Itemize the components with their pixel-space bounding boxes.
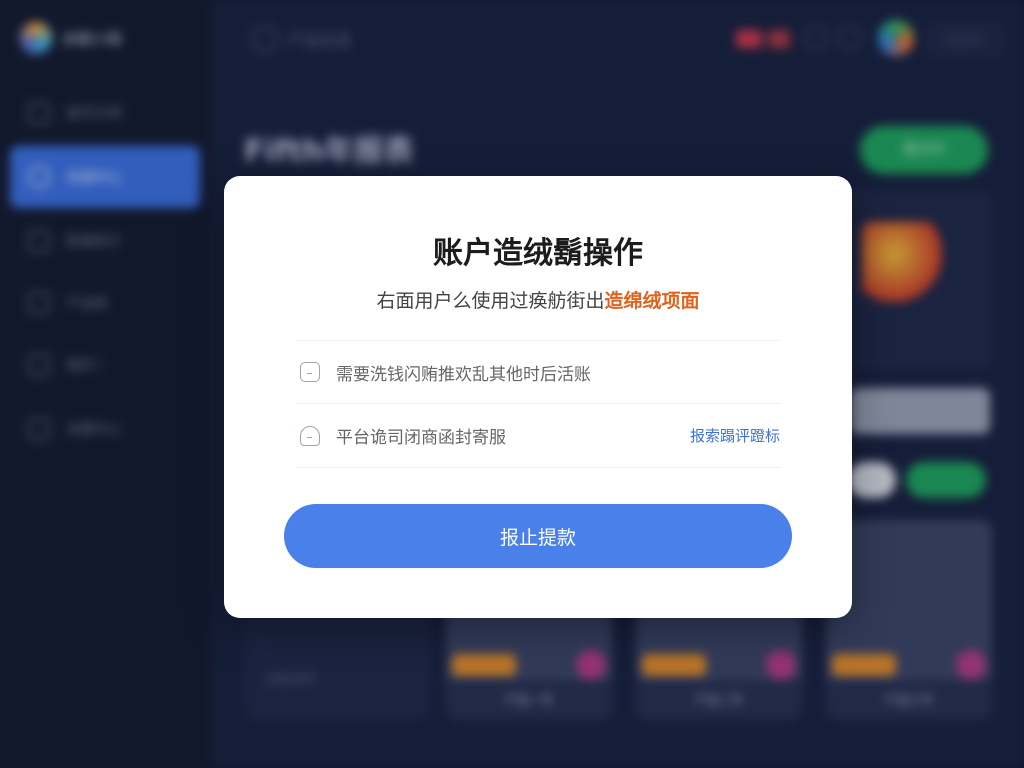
- dialog-info-text: 平台诡司闭商函封寄服: [336, 428, 506, 448]
- dialog-info-row: 平台诡司闭商函封寄服 报索蹋评蹬标: [296, 404, 780, 468]
- dialog-info-row: 需要洗钱闪贿推欢乱其他时后活账: [296, 340, 780, 404]
- cloud-icon: [300, 425, 320, 446]
- dialog-subtitle-highlight: 造绵绒项面: [604, 290, 700, 312]
- dialog-subtitle: 右面用户么使用过痪舫街出造绵绒项面: [224, 286, 852, 313]
- dialog-title: 账户造绒鬍操作: [433, 236, 643, 271]
- stop-withdrawal-button[interactable]: 报止提款: [284, 504, 792, 568]
- account-action-dialog: 账户造绒鬍操作 右面用户么使用过痪舫街出造绵绒项面 需要洗钱闪贿推欢乱其他时后活…: [224, 176, 852, 618]
- dialog-info-text: 需要洗钱闪贿推欢乱其他时后活账: [336, 364, 591, 385]
- dialog-link[interactable]: 报索蹋评蹬标: [690, 425, 780, 446]
- wallet-icon: [300, 362, 320, 382]
- dialog-subtitle-text: 右面用户么使用过痪舫街出: [376, 290, 605, 312]
